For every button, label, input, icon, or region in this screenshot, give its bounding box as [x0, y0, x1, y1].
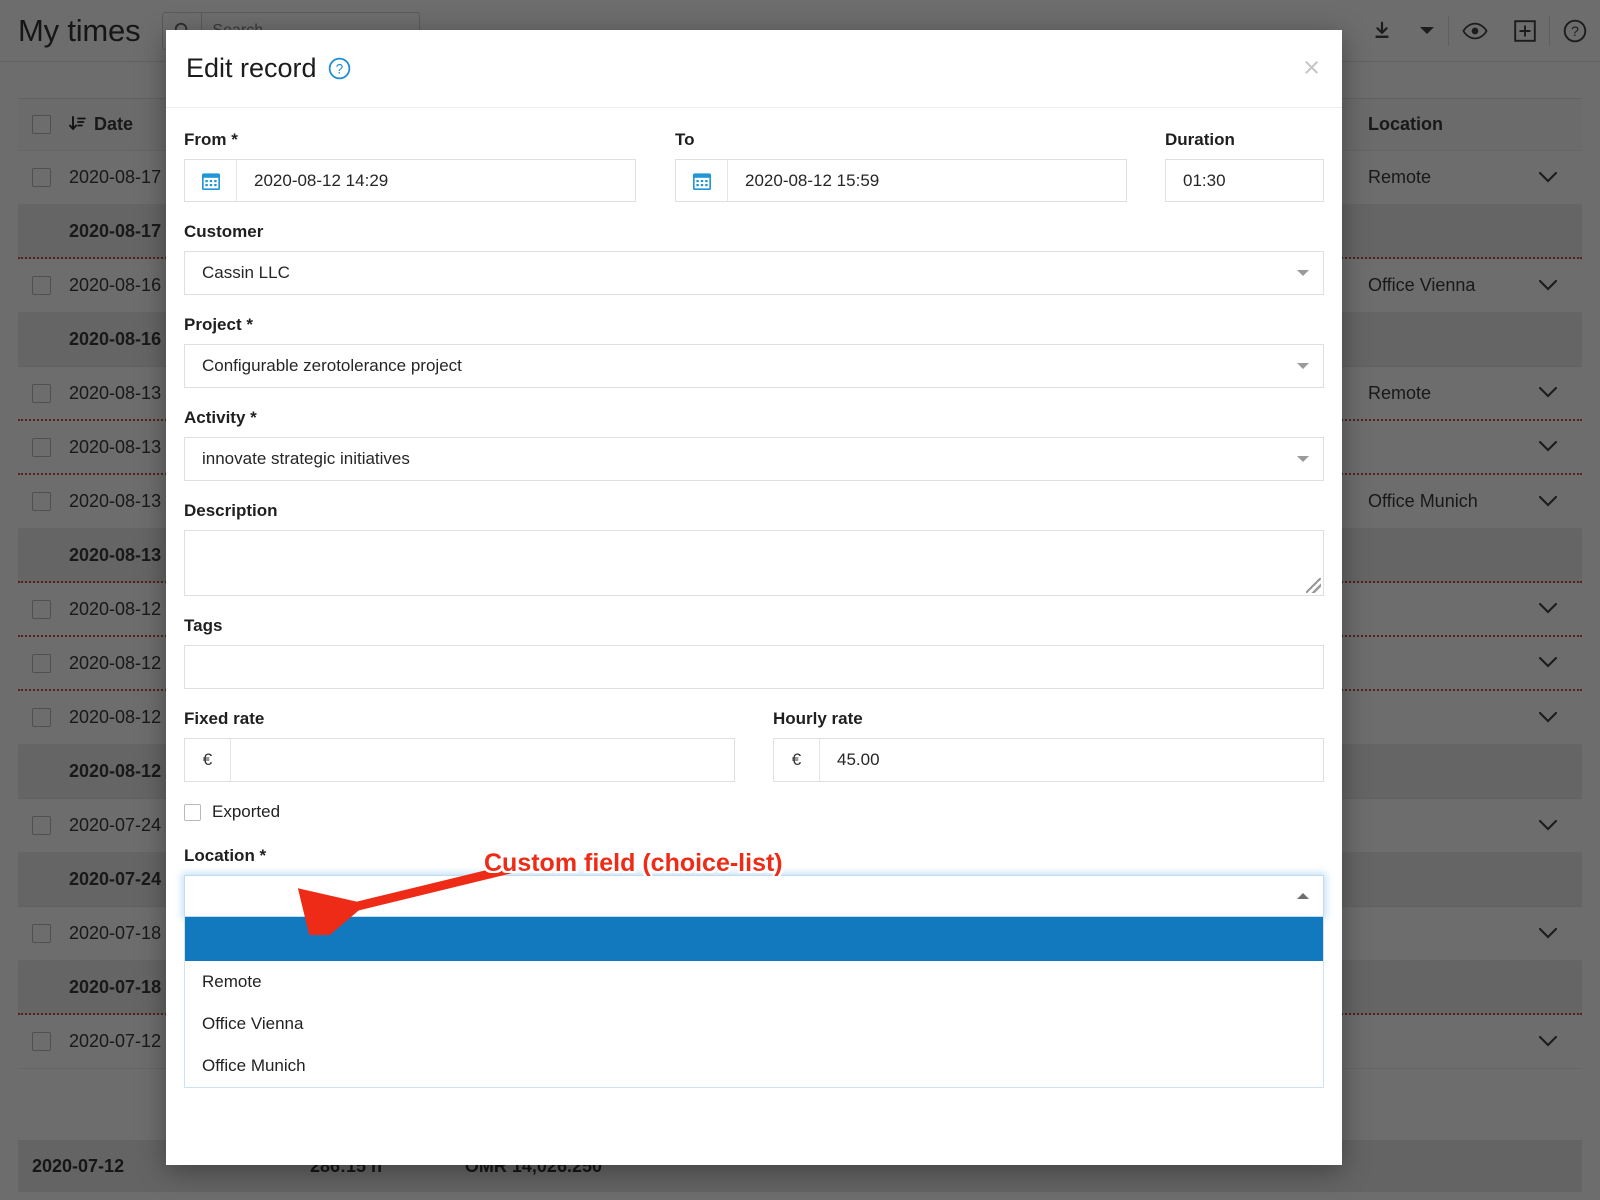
- currency-symbol: €: [185, 739, 231, 781]
- resize-handle-icon[interactable]: [1306, 578, 1321, 593]
- tags-group: Tags: [184, 616, 1324, 689]
- activity-select[interactable]: innovate strategic initiatives: [184, 437, 1324, 481]
- hourly-rate-label: Hourly rate: [773, 709, 863, 728]
- edit-record-dialog: Edit record ? × From * 2020-08-12 14:29: [166, 30, 1342, 1165]
- duration-label: Duration: [1165, 130, 1235, 149]
- location-options-list: Remote Office Vienna Office Munich: [184, 917, 1324, 1088]
- project-value: Configurable zerotolerance project: [202, 356, 462, 375]
- currency-symbol: €: [774, 739, 820, 781]
- screen: My times: [0, 0, 1600, 1200]
- to-value[interactable]: 2020-08-12 15:59: [728, 171, 879, 191]
- project-label: Project *: [184, 315, 253, 334]
- description-group: Description: [184, 501, 1324, 596]
- chevron-down-icon[interactable]: [1297, 270, 1309, 276]
- activity-label: Activity *: [184, 408, 257, 427]
- help-circle-icon[interactable]: ?: [328, 57, 351, 80]
- customer-select[interactable]: Cassin LLC: [184, 251, 1324, 295]
- customer-group: Customer Cassin LLC: [184, 222, 1324, 295]
- location-option[interactable]: Office Munich: [185, 1045, 1323, 1087]
- location-option[interactable]: Remote: [185, 961, 1323, 1003]
- fixed-rate-group: Fixed rate €: [184, 709, 735, 782]
- fixed-rate-label: Fixed rate: [184, 709, 265, 728]
- from-label: From *: [184, 130, 238, 149]
- rates-row: Fixed rate € Hourly rate € 45.00: [184, 709, 1324, 782]
- tags-input[interactable]: [184, 645, 1324, 689]
- close-icon[interactable]: ×: [1303, 54, 1320, 83]
- hourly-rate-field[interactable]: € 45.00: [773, 738, 1324, 782]
- calendar-icon[interactable]: [676, 160, 728, 201]
- calendar-icon[interactable]: [185, 160, 237, 201]
- from-field[interactable]: 2020-08-12 14:29: [184, 159, 636, 202]
- customer-value: Cassin LLC: [202, 263, 290, 282]
- annotation-label: Custom field (choice-list): [484, 849, 783, 877]
- exported-row[interactable]: Exported: [184, 802, 1324, 822]
- to-group: To 2020-08-12 15:59: [675, 130, 1127, 202]
- datetime-row: From * 2020-08-12 14:29 To 2020-08-12 15…: [184, 130, 1324, 202]
- from-value[interactable]: 2020-08-12 14:29: [237, 171, 388, 191]
- dialog-title: Edit record: [186, 53, 317, 83]
- chevron-down-icon[interactable]: [1297, 363, 1309, 369]
- exported-label: Exported: [212, 802, 281, 821]
- customer-label: Customer: [184, 222, 264, 241]
- svg-text:?: ?: [335, 61, 342, 76]
- duration-field[interactable]: 01:30: [1165, 159, 1324, 202]
- activity-value: innovate strategic initiatives: [202, 449, 410, 468]
- project-select[interactable]: Configurable zerotolerance project: [184, 344, 1324, 388]
- to-label: To: [675, 130, 695, 149]
- chevron-up-icon[interactable]: [1297, 893, 1309, 899]
- to-field[interactable]: 2020-08-12 15:59: [675, 159, 1127, 202]
- exported-checkbox[interactable]: [184, 803, 201, 821]
- activity-group: Activity * innovate strategic initiative…: [184, 408, 1324, 481]
- from-group: From * 2020-08-12 14:29: [184, 130, 636, 202]
- description-label: Description: [184, 501, 278, 520]
- fixed-rate-field[interactable]: €: [184, 738, 735, 782]
- tags-label: Tags: [184, 616, 223, 635]
- location-option[interactable]: Office Vienna: [185, 1003, 1323, 1045]
- hourly-rate-group: Hourly rate € 45.00: [773, 709, 1324, 782]
- dialog-body: From * 2020-08-12 14:29 To 2020-08-12 15…: [166, 108, 1342, 1088]
- dialog-header: Edit record ? ×: [166, 30, 1342, 108]
- project-group: Project * Configurable zerotolerance pro…: [184, 315, 1324, 388]
- duration-group: Duration 01:30: [1165, 130, 1324, 202]
- chevron-down-icon[interactable]: [1297, 456, 1309, 462]
- hourly-rate-value: 45.00: [837, 750, 880, 769]
- description-textarea[interactable]: [184, 530, 1324, 596]
- duration-value[interactable]: 01:30: [1166, 171, 1226, 191]
